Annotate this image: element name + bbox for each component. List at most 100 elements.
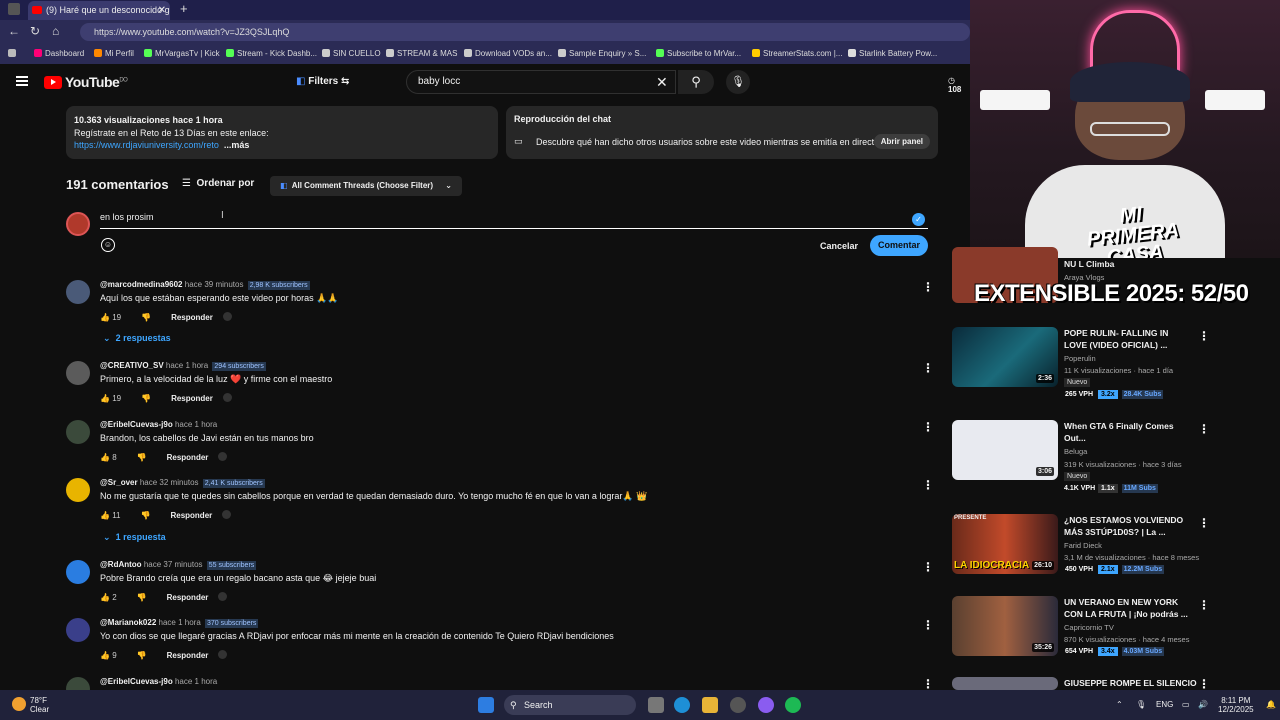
reply-button[interactable]: Responder [167, 453, 209, 462]
bookmark-item[interactable]: StreamerStats.com |... [752, 49, 842, 58]
more-options-icon[interactable]: ⋮ [922, 618, 934, 632]
search-input[interactable]: baby locc [406, 70, 676, 94]
tab-menu-icon[interactable] [8, 3, 20, 15]
dislike-icon[interactable]: 👎 [141, 511, 151, 520]
like-icon[interactable]: 👍 19 [100, 394, 131, 403]
bookmark-item[interactable]: Dashboard [34, 49, 84, 58]
channel-name[interactable]: Capricornio TV [1064, 623, 1114, 632]
close-tab-icon[interactable]: ✕ [158, 1, 166, 20]
url-input[interactable]: https://www.youtube.com/watch?v=JZ3QSJLq… [80, 23, 970, 41]
bookmark-item[interactable]: Subscribe to MrVar... [656, 49, 741, 58]
sort-by-button[interactable]: ☰ Ordenar por [182, 178, 254, 189]
browser-tab[interactable]: (9) Haré que un desconocido gan ✕ [28, 1, 170, 20]
network-icon[interactable]: ▭ [1182, 700, 1190, 709]
bookmark-item[interactable]: STREAM & MAS [386, 49, 457, 58]
more-options-icon[interactable]: ⋮ [922, 361, 934, 375]
bookmark-item[interactable]: Sample Enquiry » S... [558, 49, 646, 58]
edge-icon[interactable] [674, 697, 690, 713]
comment-time[interactable]: hace 1 hora [175, 677, 217, 686]
more-options-icon[interactable]: ⋮ [922, 560, 934, 574]
view-replies-button[interactable]: ⌄ 1 respuesta [103, 532, 166, 543]
comment-time[interactable]: hace 37 minutos [144, 560, 203, 569]
language-indicator[interactable]: ENG [1156, 700, 1173, 709]
comment-time[interactable]: hace 39 minutos [185, 280, 244, 289]
recommendation-title[interactable]: NU L Climba [1064, 259, 1114, 269]
emoji-picker-icon[interactable]: ☺ [101, 238, 115, 252]
discord-icon[interactable] [758, 697, 774, 713]
more-options-icon[interactable]: ⋮ [1198, 516, 1210, 530]
bookmark-item[interactable]: Download VODs an... [464, 49, 552, 58]
back-arrow-icon[interactable]: ← [8, 24, 20, 38]
channel-name[interactable]: Beluga [1064, 447, 1087, 456]
dislike-icon[interactable]: 👎 [137, 453, 147, 462]
hamburger-menu-icon[interactable] [16, 76, 28, 86]
more-options-icon[interactable]: ⋮ [922, 280, 934, 294]
home-icon[interactable]: ⌂ [52, 24, 59, 38]
view-replies-button[interactable]: ⌄ 2 respuestas [103, 333, 171, 344]
spotify-icon[interactable] [785, 697, 801, 713]
bookmark-item[interactable]: SIN CUELLO [322, 49, 381, 58]
more-options-icon[interactable]: ⋮ [1198, 329, 1210, 343]
description-link[interactable]: https://www.rdjaviuniversity.com/reto [74, 140, 219, 150]
video-thumbnail[interactable]: PRESENTE LA IDIOCRACIA 26:10 [952, 514, 1058, 574]
recommendation-title[interactable]: POPE RULIN- FALLING IN LOVE (VIDEO OFICI… [1064, 327, 1192, 351]
bookmark-item[interactable]: MrVargasTv | Kick [144, 49, 220, 58]
system-clock[interactable]: 8:11 PM 12/2/2025 [1218, 696, 1254, 714]
like-icon[interactable]: 👍 9 [100, 651, 127, 660]
start-icon[interactable] [478, 697, 494, 713]
avatar[interactable] [66, 361, 90, 385]
search-button[interactable]: ⚲ [678, 70, 714, 94]
channel-name[interactable]: Farid Dieck [1064, 541, 1102, 550]
avatar[interactable] [66, 280, 90, 304]
like-icon[interactable]: 👍 2 [100, 593, 127, 602]
task-view-icon[interactable] [648, 697, 664, 713]
reply-button[interactable]: Responder [171, 313, 213, 322]
comment-author[interactable]: @Marianok022 [100, 618, 156, 627]
avatar[interactable] [66, 420, 90, 444]
comment-author[interactable]: @marcodmedina9602 [100, 280, 183, 289]
channel-name[interactable]: Poperulin [1064, 354, 1096, 363]
comment-author[interactable]: @EribelCuevas-j9o [100, 420, 173, 429]
video-thumbnail[interactable] [952, 677, 1058, 690]
taskbar-search[interactable]: ⚲ Search [504, 695, 636, 715]
video-thumbnail[interactable]: 3:06 [952, 420, 1058, 480]
app-icon[interactable] [730, 697, 746, 713]
recommendation-title[interactable]: UN VERANO EN NEW YORK CON LA FRUTA | ¡No… [1064, 596, 1192, 620]
filters-button[interactable]: ◧ Filters ⇆ [296, 73, 349, 91]
weather-widget[interactable]: 78°F Clear [12, 696, 49, 714]
reply-button[interactable]: Responder [167, 651, 209, 660]
avatar[interactable] [66, 618, 90, 642]
more-options-icon[interactable]: ⋮ [922, 420, 934, 434]
volume-icon[interactable]: 🔊 [1198, 700, 1208, 709]
comment-time[interactable]: hace 1 hora [166, 361, 208, 370]
comment-submit-button[interactable]: Comentar [870, 235, 928, 256]
dislike-icon[interactable]: 👎 [137, 593, 147, 602]
like-icon[interactable]: 👍 8 [100, 453, 127, 462]
reply-button[interactable]: Responder [171, 394, 213, 403]
bookmark-item[interactable]: Mi Perfil [94, 49, 134, 58]
more-link[interactable]: ...más [224, 140, 250, 150]
reply-button[interactable]: Responder [167, 593, 209, 602]
video-thumbnail[interactable]: 2:36 [952, 327, 1058, 387]
dislike-icon[interactable]: 👎 [141, 394, 151, 403]
file-explorer-icon[interactable] [702, 697, 718, 713]
notification-icon[interactable]: 🔔 [1266, 700, 1276, 709]
dislike-icon[interactable]: 👎 [137, 651, 147, 660]
tray-mic-icon[interactable]: 🎙 [1136, 700, 1146, 709]
recommendation-title[interactable]: ¿NOS ESTAMOS VOLVIENDO MÁS 3STÚP1D0S? | … [1064, 514, 1192, 538]
microphone-icon[interactable]: 🎙 [726, 70, 750, 94]
bookmark-item[interactable]: Stream - Kick Dashb... [226, 49, 317, 58]
avatar[interactable] [66, 560, 90, 584]
comment-time[interactable]: hace 32 minutos [140, 478, 199, 487]
comment-author[interactable]: @CREATIVO_SV [100, 361, 164, 370]
video-description[interactable]: 10.363 visualizaciones hace 1 hora Regís… [66, 106, 498, 159]
avatar[interactable] [66, 478, 90, 502]
like-icon[interactable]: 👍 19 [100, 313, 131, 322]
video-thumbnail[interactable]: 35:26 [952, 596, 1058, 656]
comment-author[interactable]: @RdAntoo [100, 560, 142, 569]
bookmarks-menu-icon[interactable] [8, 49, 19, 58]
user-avatar[interactable] [66, 212, 90, 236]
more-options-icon[interactable]: ⋮ [922, 677, 934, 691]
comment-threads-dropdown[interactable]: ◧ All Comment Threads (Choose Filter) ⌄ [270, 176, 462, 196]
comment-author[interactable]: @EribelCuevas-j9o [100, 677, 173, 686]
